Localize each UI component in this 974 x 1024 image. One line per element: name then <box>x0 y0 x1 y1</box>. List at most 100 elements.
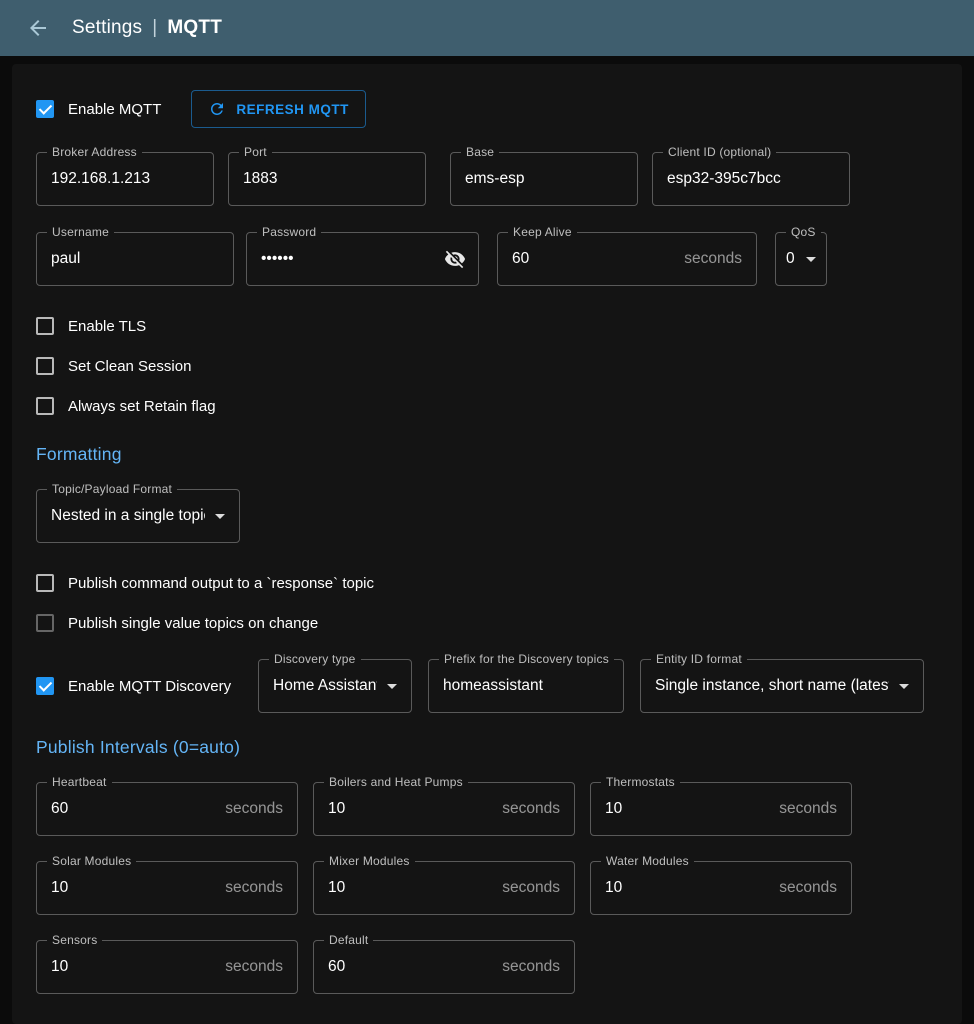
intervals-grid: Heartbeat 60 seconds Boilers and Heat Pu… <box>36 782 938 994</box>
default-field-suffix: seconds <box>502 958 560 976</box>
dropdown-arrow-icon <box>387 684 397 689</box>
default-field-label: Default <box>324 933 373 947</box>
publish-single-checkbox[interactable] <box>36 614 54 632</box>
water-modules-field-suffix: seconds <box>779 879 837 897</box>
client-id-field-value: esp32-395c7bcc <box>667 170 835 188</box>
title-settings: Settings <box>72 17 142 39</box>
publish-response-label: Publish command output to a `response` t… <box>68 575 374 592</box>
publish-response-checkbox-row[interactable]: Publish command output to a `response` t… <box>36 571 938 595</box>
refresh-mqtt-button[interactable]: REFRESH MQTT <box>191 90 366 128</box>
port-field[interactable]: Port 1883 <box>228 152 426 206</box>
mixer-modules-field[interactable]: Mixer Modules 10 seconds <box>313 861 575 915</box>
enable-mqtt-row: Enable MQTT REFRESH MQTT <box>36 90 938 128</box>
sensors-field[interactable]: Sensors 10 seconds <box>36 940 298 994</box>
username-field-label: Username <box>47 225 114 239</box>
broker-address-field-value: 192.168.1.213 <box>51 170 199 188</box>
water-modules-field-label: Water Modules <box>601 854 694 868</box>
visibility-off-icon <box>444 248 466 270</box>
username-field[interactable]: Username paul <box>36 232 234 286</box>
default-field[interactable]: Default 60 seconds <box>313 940 575 994</box>
publish-response-checkbox[interactable] <box>36 574 54 592</box>
password-field-value: •••••• <box>261 250 440 268</box>
enable-discovery-checkbox-row[interactable]: Enable MQTT Discovery <box>36 677 258 695</box>
enable-tls-checkbox[interactable] <box>36 317 54 335</box>
refresh-mqtt-button-label: REFRESH MQTT <box>236 102 349 117</box>
mixer-modules-field-suffix: seconds <box>502 879 560 897</box>
heartbeat-field-value: 60 <box>51 800 217 818</box>
password-field[interactable]: Password •••••• <box>246 232 479 286</box>
clean-session-label: Set Clean Session <box>68 358 191 375</box>
heartbeat-field[interactable]: Heartbeat 60 seconds <box>36 782 298 836</box>
title-mqtt: MQTT <box>167 17 222 39</box>
base-field-label: Base <box>461 145 499 159</box>
back-button[interactable] <box>18 8 58 48</box>
username-field-value: paul <box>51 250 219 268</box>
thermostats-field-suffix: seconds <box>779 800 837 818</box>
client-id-field[interactable]: Client ID (optional) esp32-395c7bcc <box>652 152 850 206</box>
mixer-modules-field-label: Mixer Modules <box>324 854 415 868</box>
port-field-label: Port <box>239 145 272 159</box>
topic-format-select-label: Topic/Payload Format <box>47 482 177 496</box>
client-id-field-label: Client ID (optional) <box>663 145 776 159</box>
clean-session-checkbox-row[interactable]: Set Clean Session <box>36 354 938 378</box>
app-bar: Settings | MQTT <box>0 0 974 56</box>
keep-alive-field-label: Keep Alive <box>508 225 577 239</box>
retain-flag-checkbox[interactable] <box>36 397 54 415</box>
water-modules-field[interactable]: Water Modules 10 seconds <box>590 861 852 915</box>
sensors-field-label: Sensors <box>47 933 102 947</box>
keep-alive-field-value: 60 <box>512 250 676 268</box>
enable-discovery-checkbox[interactable] <box>36 677 54 695</box>
toggle-password-visibility-button[interactable] <box>440 244 470 274</box>
mixer-modules-field-value: 10 <box>328 879 494 897</box>
enable-tls-checkbox-row[interactable]: Enable TLS <box>36 314 938 338</box>
heartbeat-field-label: Heartbeat <box>47 775 112 789</box>
dropdown-arrow-icon <box>215 514 225 519</box>
boilers-field-label: Boilers and Heat Pumps <box>324 775 468 789</box>
connection-row-1: Broker Address 192.168.1.213 Port 1883 B… <box>36 152 938 206</box>
refresh-icon <box>208 100 226 118</box>
qos-select-label: QoS <box>786 225 821 239</box>
solar-modules-field[interactable]: Solar Modules 10 seconds <box>36 861 298 915</box>
publish-single-checkbox-row[interactable]: Publish single value topics on change <box>36 611 938 635</box>
topic-format-select[interactable]: Topic/Payload Format Nested in a single … <box>36 489 240 543</box>
discovery-row: Enable MQTT Discovery Discovery type Hom… <box>36 659 938 713</box>
solar-modules-field-value: 10 <box>51 879 217 897</box>
broker-address-field[interactable]: Broker Address 192.168.1.213 <box>36 152 214 206</box>
boilers-field-suffix: seconds <box>502 800 560 818</box>
thermostats-field[interactable]: Thermostats 10 seconds <box>590 782 852 836</box>
enable-mqtt-checkbox[interactable] <box>36 100 54 118</box>
sensors-field-suffix: seconds <box>225 958 283 976</box>
retain-flag-label: Always set Retain flag <box>68 398 216 415</box>
publish-intervals-heading: Publish Intervals (0=auto) <box>36 737 938 758</box>
keep-alive-field[interactable]: Keep Alive 60 seconds <box>497 232 757 286</box>
sensors-field-value: 10 <box>51 958 217 976</box>
boilers-field[interactable]: Boilers and Heat Pumps 10 seconds <box>313 782 575 836</box>
arrow-back-icon <box>26 16 50 40</box>
enable-mqtt-label: Enable MQTT <box>68 101 161 118</box>
clean-session-checkbox[interactable] <box>36 357 54 375</box>
retain-flag-checkbox-row[interactable]: Always set Retain flag <box>36 394 938 418</box>
page-title: Settings | MQTT <box>72 17 222 39</box>
publish-single-label: Publish single value topics on change <box>68 615 318 632</box>
keep-alive-field-suffix: seconds <box>684 250 742 268</box>
discovery-type-select[interactable]: Discovery type Home Assistant <box>258 659 412 713</box>
topic-format-select-value: Nested in a single topic <box>51 507 205 525</box>
boilers-field-value: 10 <box>328 800 494 818</box>
broker-address-field-label: Broker Address <box>47 145 142 159</box>
qos-select-value: 0 <box>786 250 796 268</box>
base-field[interactable]: Base ems-esp <box>450 152 638 206</box>
water-modules-field-value: 10 <box>605 879 771 897</box>
settings-card: Enable MQTT REFRESH MQTT Broker Address … <box>12 64 962 1024</box>
enable-mqtt-checkbox-row[interactable]: Enable MQTT <box>36 100 161 118</box>
discovery-prefix-field-label: Prefix for the Discovery topics <box>439 652 614 666</box>
discovery-prefix-field[interactable]: Prefix for the Discovery topics homeassi… <box>428 659 624 713</box>
entity-format-select[interactable]: Entity ID format Single instance, short … <box>640 659 924 713</box>
title-separator: | <box>152 17 157 39</box>
base-field-value: ems-esp <box>465 170 623 188</box>
entity-format-select-value: Single instance, short name (latest) <box>655 677 889 695</box>
enable-discovery-label: Enable MQTT Discovery <box>68 678 231 695</box>
discovery-prefix-field-value: homeassistant <box>443 677 609 695</box>
qos-select[interactable]: QoS 0 <box>775 232 827 286</box>
thermostats-field-value: 10 <box>605 800 771 818</box>
default-field-value: 60 <box>328 958 494 976</box>
